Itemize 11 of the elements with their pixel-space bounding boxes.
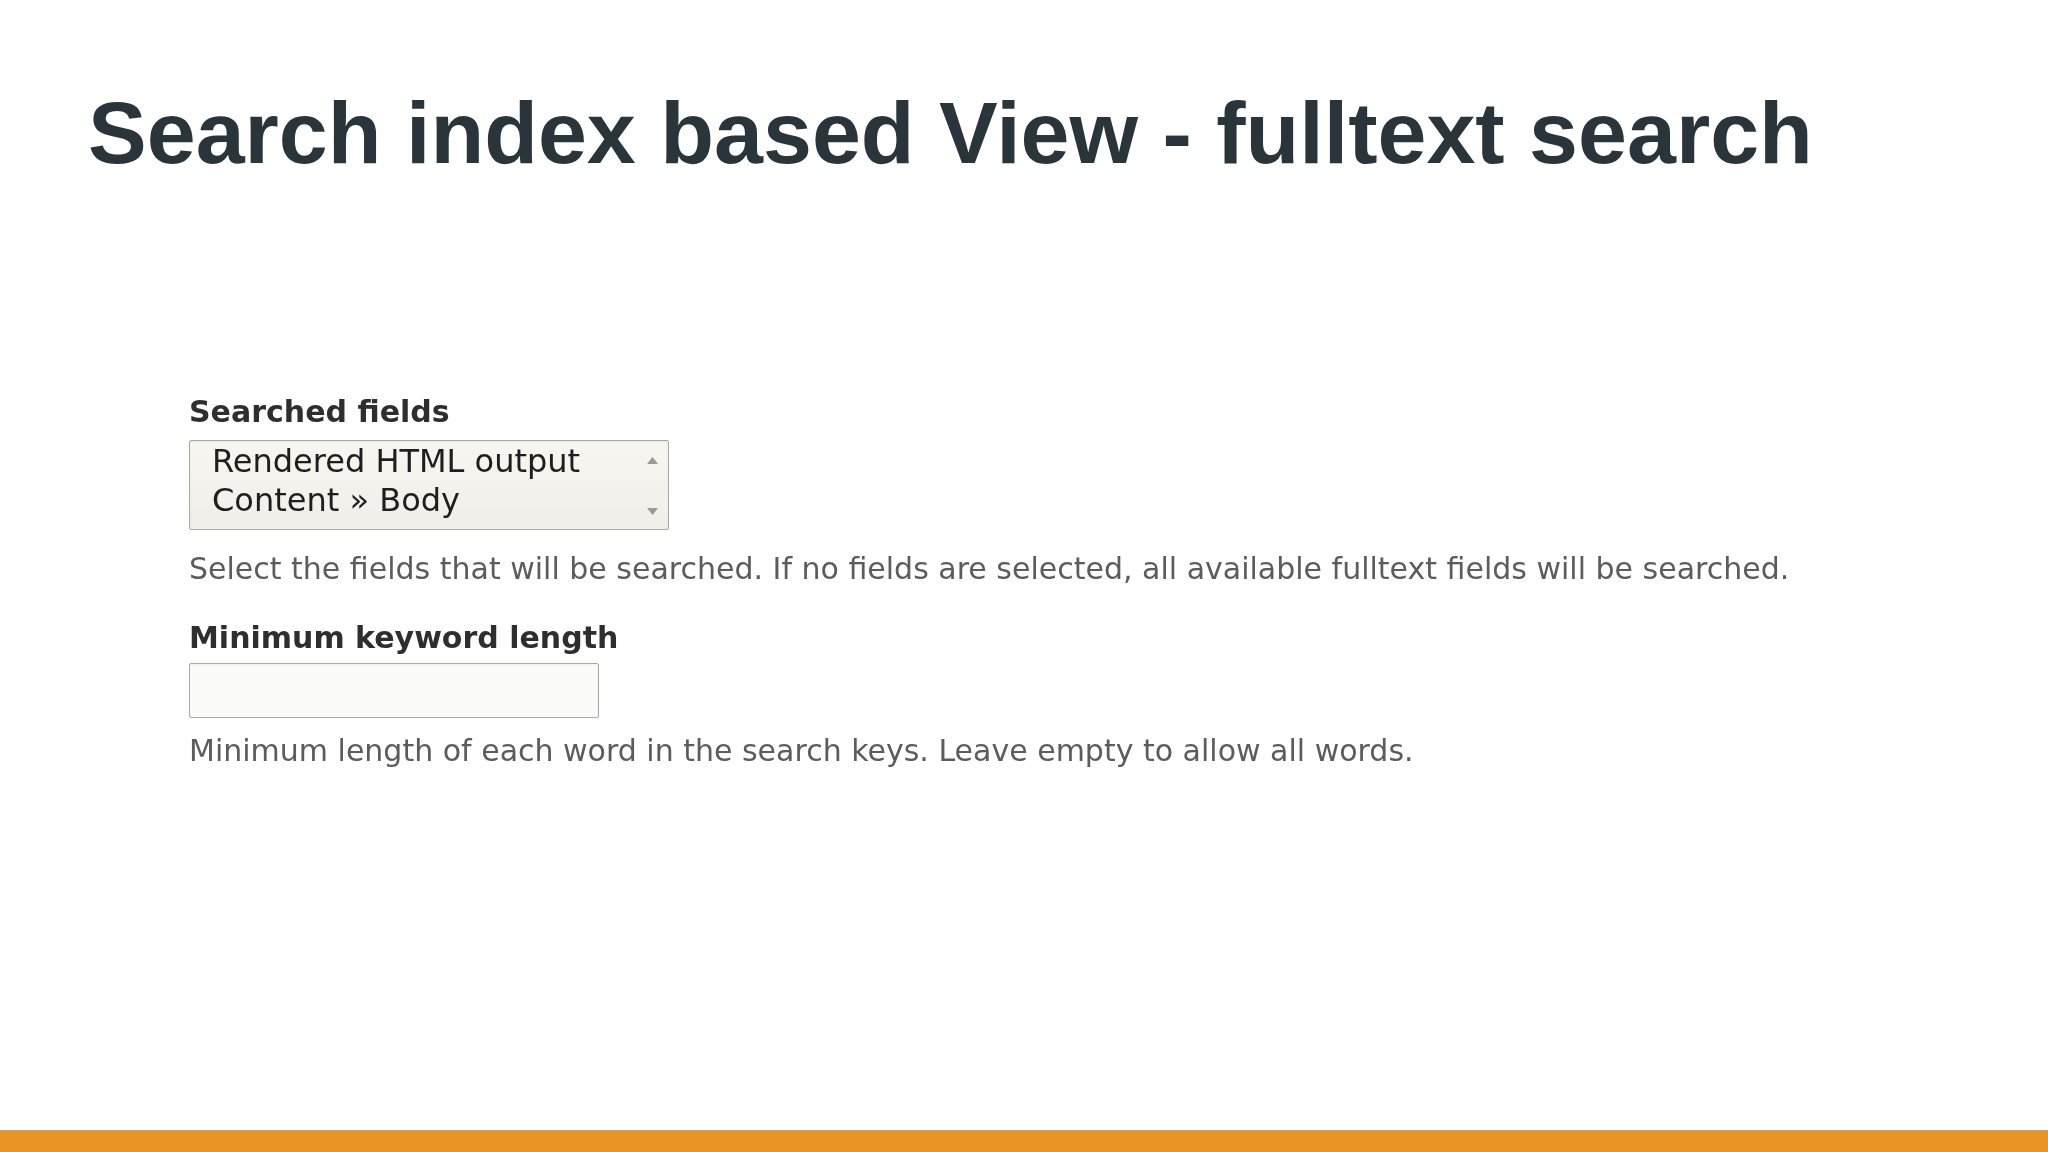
- field-label: Searched fields: [189, 395, 450, 429]
- scroll-up-icon[interactable]: [646, 457, 658, 464]
- field-description: Select the fields that will be searched. If no fields are selected, all available fulltext fields will be searched.: [189, 552, 1790, 586]
- listbox[interactable]: Rendered HTML output Content » Body: [189, 440, 669, 530]
- list-option[interactable]: Content » Body: [212, 481, 460, 520]
- field-label: Minimum keyword length: [189, 621, 619, 655]
- field-description: Minimum length of each word in the search keys. Leave empty to allow all words.: [189, 734, 1414, 768]
- input-field[interactable]: [189, 663, 599, 718]
- slide-title: Search index based View - fulltext search: [88, 89, 1813, 177]
- scroll-down-icon[interactable]: [646, 508, 658, 515]
- list-option[interactable]: Rendered HTML output: [212, 442, 581, 481]
